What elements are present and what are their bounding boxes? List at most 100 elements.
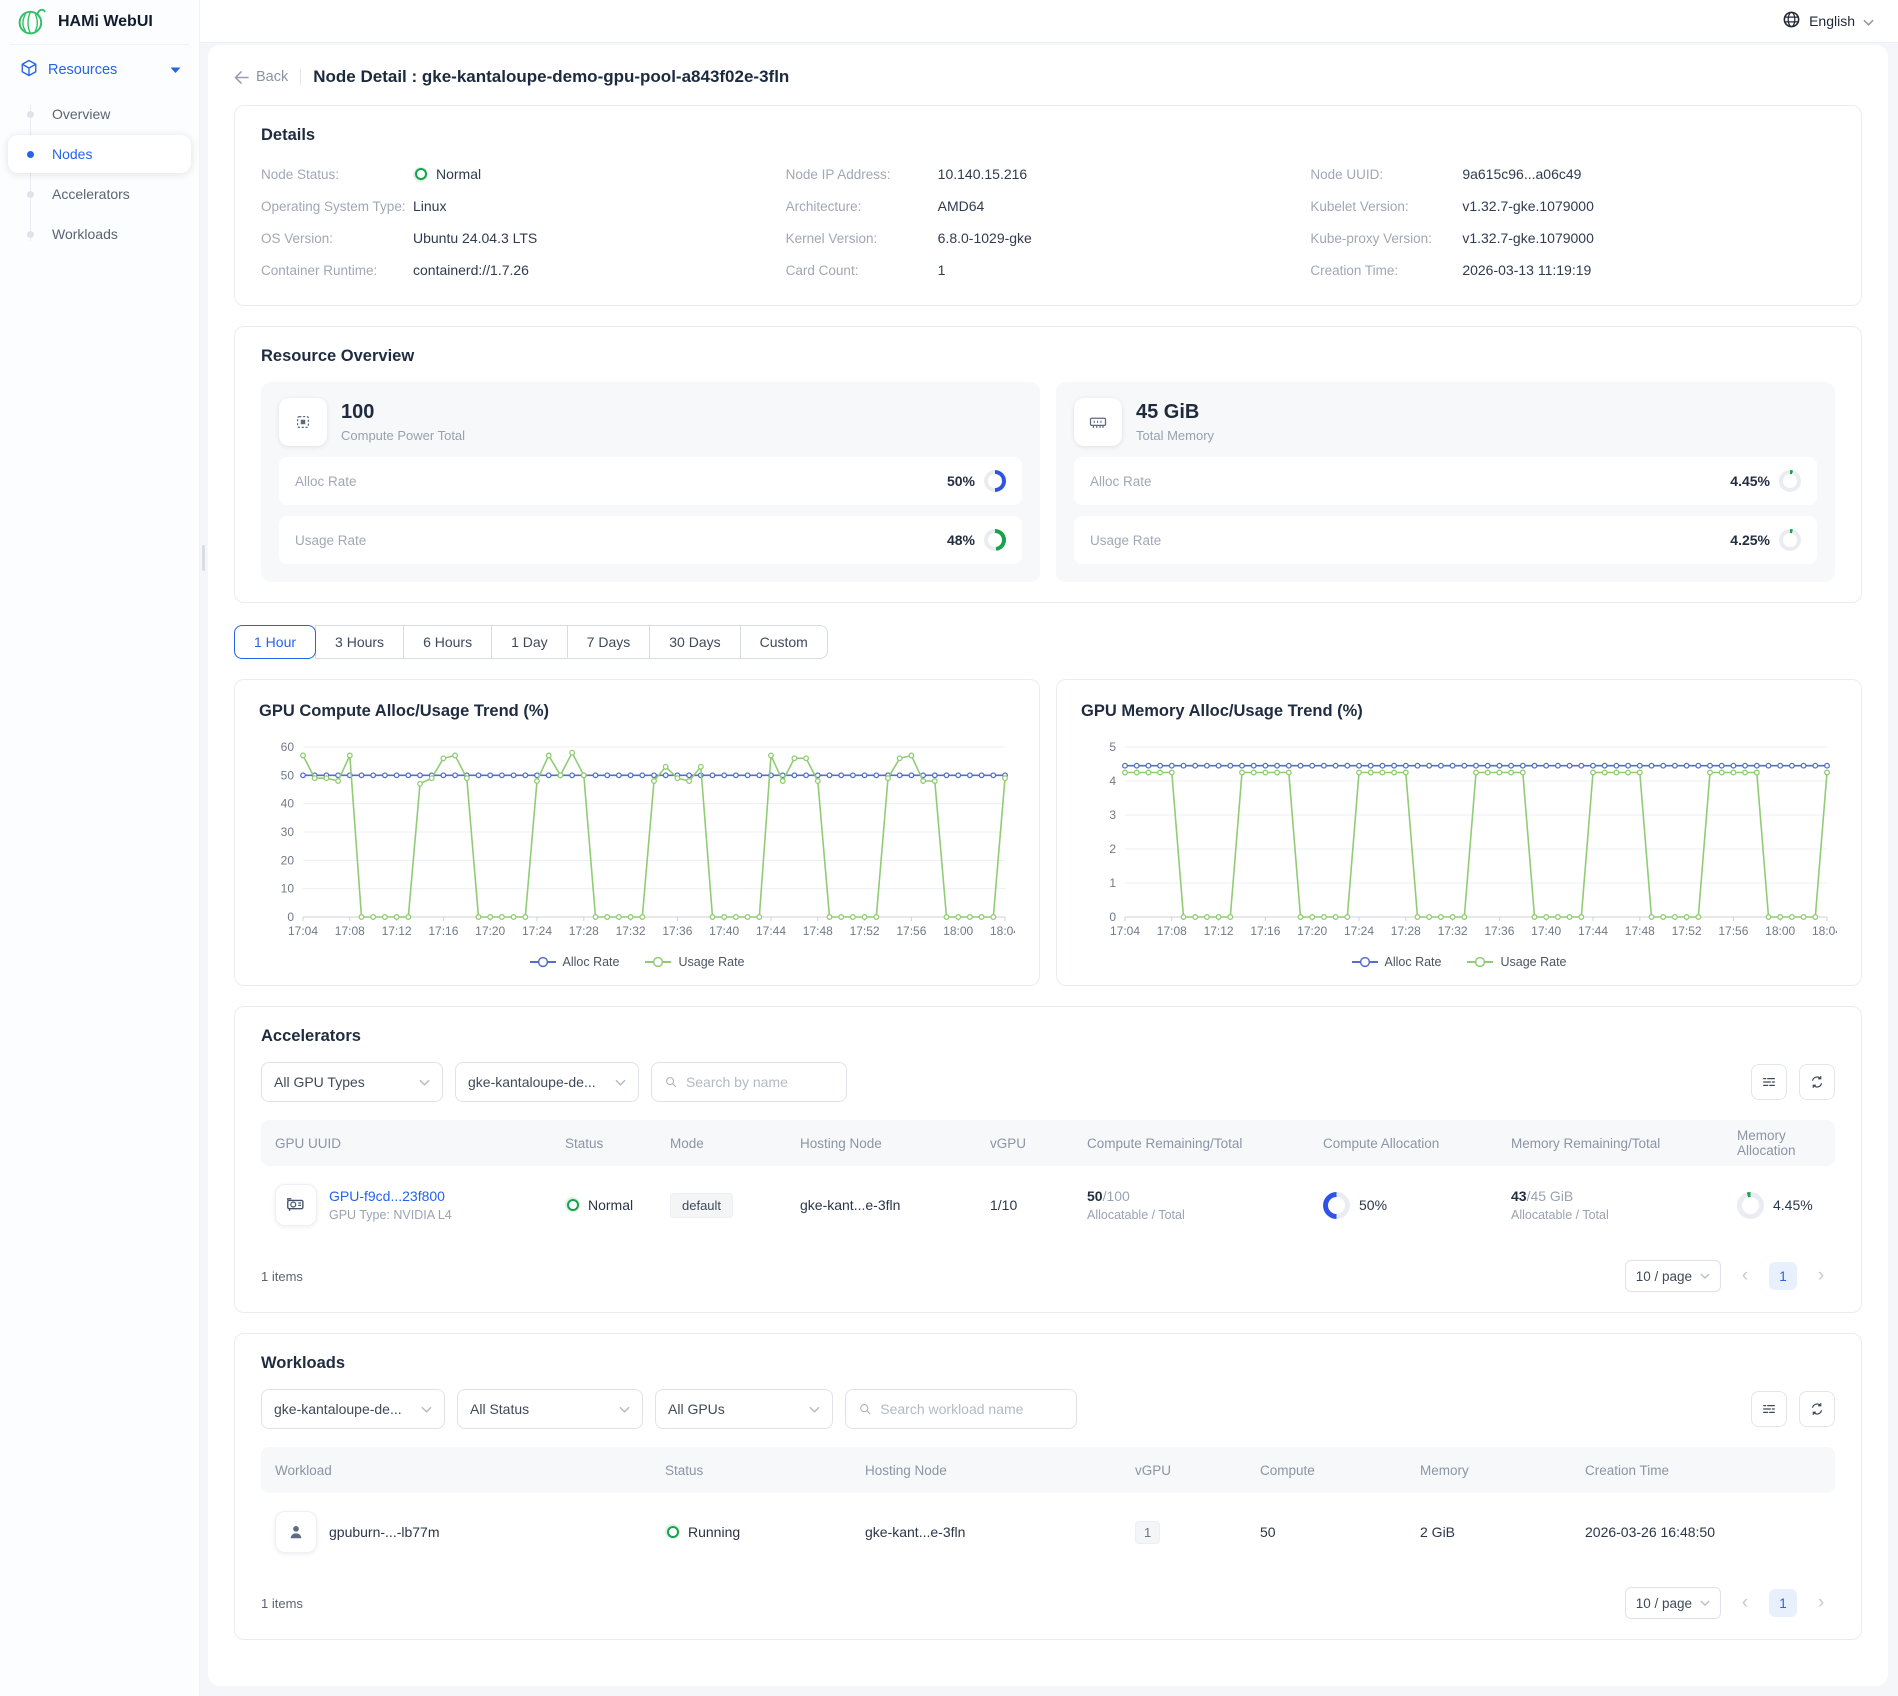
svg-text:17:28: 17:28	[569, 924, 599, 938]
sidebar-item-nodes[interactable]: Nodes	[8, 135, 191, 173]
page-number-1[interactable]: 1	[1769, 1589, 1797, 1617]
prev-page-button[interactable]: ‹	[1731, 1589, 1759, 1617]
svg-text:10: 10	[281, 882, 295, 896]
gpu-compute-trend-chart[interactable]: 010203040506017:0417:0817:1217:1617:2017…	[259, 735, 1015, 947]
compute-allocation-cell: 50%	[1309, 1174, 1497, 1237]
svg-text:17:24: 17:24	[1344, 924, 1374, 938]
vgpu-cell: 1/10	[976, 1179, 1073, 1231]
gpu-memory-trend-chart[interactable]: 01234517:0417:0817:1217:1617:2017:2417:2…	[1081, 735, 1837, 947]
time-range-tabs: 1 Hour 3 Hours 6 Hours 1 Day 7 Days 30 D…	[234, 625, 828, 659]
svg-text:17:28: 17:28	[1391, 924, 1421, 938]
workload-status-select[interactable]: All Status	[457, 1389, 643, 1429]
svg-text:17:20: 17:20	[1297, 924, 1327, 938]
compute-cell: 50	[1246, 1506, 1406, 1558]
refresh-button[interactable]	[1799, 1391, 1835, 1427]
legend-item[interactable]: Alloc Rate	[1352, 955, 1442, 969]
chevron-down-icon	[1700, 1600, 1710, 1606]
table-row[interactable]: gpuburn-...-lb77m Running gke-kant...e-3…	[261, 1493, 1835, 1571]
workloads-filter-row: gke-kantaloupe-de... All Status All GPUs	[261, 1389, 1835, 1429]
sidebar-item-accelerators[interactable]: Accelerators	[8, 175, 191, 213]
next-page-button[interactable]: ›	[1807, 1262, 1835, 1290]
workload-search-input[interactable]	[880, 1401, 1064, 1417]
tab-30-days[interactable]: 30 Days	[649, 625, 740, 659]
tab-6-hours[interactable]: 6 Hours	[403, 625, 492, 659]
accelerator-search-input[interactable]	[686, 1074, 834, 1090]
workloads-table-footer: 1 items 10 / page ‹ 1 ›	[261, 1587, 1835, 1619]
tab-1-hour[interactable]: 1 Hour	[234, 625, 316, 659]
language-selector-label[interactable]: English	[1809, 13, 1855, 29]
sidebar: HAMi WebUI Resources Overview Nodes	[0, 0, 200, 1696]
search-icon	[664, 1074, 678, 1090]
page-size-select[interactable]: 10 / page	[1625, 1587, 1721, 1619]
accelerators-table-footer: 1 items 10 / page ‹ 1 ›	[261, 1260, 1835, 1292]
detail-field-container-runtime: Container Runtime: containerd://1.7.26	[261, 255, 786, 285]
sidebar-collapse-handle[interactable]	[202, 545, 205, 571]
sidebar-group-label: Resources	[48, 62, 117, 78]
brand[interactable]: HAMi WebUI	[0, 0, 199, 44]
chevron-down-icon	[419, 1079, 430, 1086]
hosting-node-cell: gke-kant...e-3fln	[851, 1506, 1121, 1558]
workload-node-select[interactable]: gke-kantaloupe-de...	[261, 1389, 445, 1429]
detail-field-kube-proxy-version: Kube-proxy Version: v1.32.7-gke.1079000	[1310, 223, 1835, 253]
column-settings-button[interactable]	[1751, 1391, 1787, 1427]
sidebar-item-overview[interactable]: Overview	[8, 95, 191, 133]
search-icon	[858, 1401, 872, 1417]
legend-marker-icon	[530, 956, 556, 968]
svg-text:17:52: 17:52	[1672, 924, 1702, 938]
svg-text:5: 5	[1109, 740, 1116, 754]
tab-custom[interactable]: Custom	[740, 625, 828, 659]
gpu-uuid-link[interactable]: GPU-f9cd...23f800	[329, 1188, 452, 1204]
tab-7-days[interactable]: 7 Days	[567, 625, 651, 659]
sidebar-item-workloads[interactable]: Workloads	[8, 215, 191, 253]
svg-text:30: 30	[281, 825, 295, 839]
chevron-down-icon	[170, 67, 181, 74]
table-row[interactable]: GPU-f9cd...23f800 GPU Type: NVIDIA L4 No…	[261, 1166, 1835, 1244]
svg-text:17:04: 17:04	[288, 924, 318, 938]
details-title: Details	[261, 126, 1835, 145]
memory-usage-rate-row: Usage Rate 4.25%	[1074, 516, 1817, 564]
prev-page-button[interactable]: ‹	[1731, 1262, 1759, 1290]
node-detail-page: Back Node Detail : gke-kantaloupe-demo-g…	[208, 45, 1888, 1686]
compute-usage-rate-value: 48%	[947, 532, 975, 548]
content-area: Back Node Detail : gke-kantaloupe-demo-g…	[200, 43, 1898, 1696]
sidebar-group-resources[interactable]: Resources	[0, 45, 199, 91]
main-column: English Back Node Detail : gke-kantaloup…	[200, 0, 1898, 1696]
next-page-button[interactable]: ›	[1807, 1589, 1835, 1617]
gpu-type-select[interactable]: All GPU Types	[261, 1062, 443, 1102]
chevron-down-icon[interactable]	[1863, 13, 1874, 29]
workload-search[interactable]	[845, 1389, 1077, 1429]
mode-tag: default	[670, 1193, 733, 1218]
node-select[interactable]: gke-kantaloupe-de...	[455, 1062, 639, 1102]
refresh-button[interactable]	[1799, 1064, 1835, 1100]
svg-text:17:40: 17:40	[709, 924, 739, 938]
legend-item[interactable]: Usage Rate	[645, 955, 744, 969]
legend-item[interactable]: Alloc Rate	[530, 955, 620, 969]
svg-text:0: 0	[1109, 910, 1116, 924]
workload-gpu-select[interactable]: All GPUs	[655, 1389, 833, 1429]
accelerator-search[interactable]	[651, 1062, 847, 1102]
compute-remaining-cell: 50/100 Allocatable / Total	[1073, 1170, 1309, 1240]
compute-alloc-rate-value: 50%	[947, 473, 975, 489]
total-memory-value: 45 GiB	[1136, 401, 1214, 424]
workload-name[interactable]: gpuburn-...-lb77m	[329, 1524, 440, 1540]
detail-field-architecture: Architecture: AMD64	[786, 191, 1311, 221]
bullet-icon	[27, 151, 34, 158]
detail-field-node-status: Node Status: Normal	[261, 159, 786, 189]
svg-text:17:16: 17:16	[428, 924, 458, 938]
tab-1-day[interactable]: 1 Day	[491, 625, 568, 659]
column-settings-button[interactable]	[1751, 1064, 1787, 1100]
compute-power-card: 100 Compute Power Total Alloc Rate 50%	[261, 382, 1040, 582]
page-number-1[interactable]: 1	[1769, 1262, 1797, 1290]
svg-text:17:32: 17:32	[1438, 924, 1468, 938]
hosting-node-cell: gke-kant...e-3fln	[786, 1179, 976, 1231]
divider	[300, 69, 301, 85]
topbar: English	[200, 0, 1898, 43]
svg-text:17:12: 17:12	[1204, 924, 1234, 938]
workloads-title: Workloads	[261, 1354, 1835, 1373]
legend-item[interactable]: Usage Rate	[1467, 955, 1566, 969]
refresh-icon	[1809, 1074, 1825, 1090]
page-size-select[interactable]: 10 / page	[1625, 1260, 1721, 1292]
back-button[interactable]: Back	[234, 69, 288, 85]
app-title: HAMi WebUI	[58, 13, 153, 31]
tab-3-hours[interactable]: 3 Hours	[315, 625, 404, 659]
